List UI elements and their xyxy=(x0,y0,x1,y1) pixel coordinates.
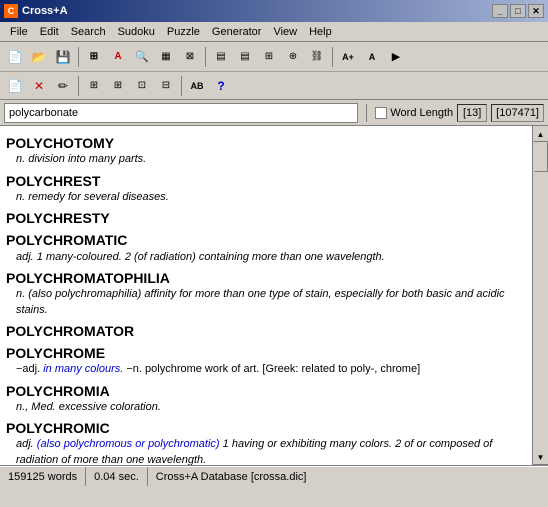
menu-search[interactable]: Search xyxy=(65,24,112,40)
total-count: [107471] xyxy=(491,104,544,122)
scroll-down-button[interactable]: ▼ xyxy=(533,449,548,465)
grid6-button[interactable]: ⊞ xyxy=(107,75,129,97)
status-time: 0.04 sec. xyxy=(86,467,148,486)
menu-edit[interactable]: Edit xyxy=(34,24,65,40)
entry-def-7: −adj. in many colours. −n. polychrome wo… xyxy=(16,362,526,377)
results-list: POLYCHOTOMY n. division into many parts.… xyxy=(0,126,532,465)
grid1-button[interactable]: ⊞ xyxy=(83,46,105,68)
grid8-button[interactable]: ⊟ xyxy=(155,75,177,97)
toolbar-1: 📄 📂 💾 ⊞ A 🔍 ▦ ⊠ ▤ ▤ ⊞ ⊕ ⛓ A+ A ▶ xyxy=(0,42,548,72)
minimize-button[interactable]: _ xyxy=(492,4,508,18)
list1-button[interactable]: ▤ xyxy=(210,46,232,68)
grid4-button[interactable]: ⊞ xyxy=(258,46,280,68)
menu-bar: File Edit Search Sudoku Puzzle Generator… xyxy=(0,22,548,42)
link-button[interactable]: ⛓ xyxy=(306,46,328,68)
new2-button[interactable]: 📄 xyxy=(4,75,26,97)
entry-word-4: POLYCHROMATIC xyxy=(6,231,526,249)
menu-puzzle[interactable]: Puzzle xyxy=(161,24,206,40)
menu-help[interactable]: Help xyxy=(303,24,338,40)
grid3-button[interactable]: ⊠ xyxy=(179,46,201,68)
list2-button[interactable]: ▤ xyxy=(234,46,256,68)
scroll-up-button[interactable]: ▲ xyxy=(533,126,548,142)
help-button[interactable]: ? xyxy=(210,75,232,97)
run-button[interactable]: ▶ xyxy=(385,46,407,68)
entry-def-1: n. division into many parts. xyxy=(16,152,526,167)
menu-file[interactable]: File xyxy=(4,24,34,40)
entry-word-2: POLYCHREST xyxy=(6,172,526,190)
entry-word-5: POLYCHROMATOPHILIA xyxy=(6,269,526,287)
menu-generator[interactable]: Generator xyxy=(206,24,268,40)
close-button[interactable]: ✕ xyxy=(528,4,544,18)
aonly-button[interactable]: A xyxy=(361,46,383,68)
app-icon: C xyxy=(4,4,18,18)
entry-word-7: POLYCHROME xyxy=(6,344,526,362)
status-bar: 159125 words 0.04 sec. Cross+A Database … xyxy=(0,466,548,486)
word-length-checkbox-area: Word Length xyxy=(375,107,453,119)
word-length-label: Word Length xyxy=(390,107,453,119)
grid7-button[interactable]: ⊡ xyxy=(131,75,153,97)
toolbar-2: 📄 ✕ ✏ ⊞ ⊞ ⊡ ⊟ AB ? xyxy=(0,72,548,100)
separator-1 xyxy=(78,47,79,67)
separator-3 xyxy=(332,47,333,67)
aplus-button[interactable]: A+ xyxy=(337,46,359,68)
word-length-checkbox[interactable] xyxy=(375,107,387,119)
grid5-button[interactable]: ⊞ xyxy=(83,75,105,97)
word-length-value: [13] xyxy=(457,104,487,122)
results-container: POLYCHOTOMY n. division into many parts.… xyxy=(0,126,548,466)
ab-button[interactable]: AB xyxy=(186,75,208,97)
search-bar: Word Length [13] [107471] xyxy=(0,100,548,126)
entry-def-8: n., Med. excessive coloration. xyxy=(16,400,526,415)
separator-4 xyxy=(78,76,79,96)
entry-word-6: POLYCHROMATOR xyxy=(6,322,526,340)
entry-def-4: adj. 1 many-coloured. 2 (of radiation) c… xyxy=(16,250,526,265)
separator-2 xyxy=(205,47,206,67)
save-button[interactable]: 💾 xyxy=(52,46,74,68)
entry-word-3: POLYCHRESTY xyxy=(6,209,526,227)
anagram-button[interactable]: A xyxy=(107,46,129,68)
new-button[interactable]: 📄 xyxy=(4,46,26,68)
delete-button[interactable]: ✕ xyxy=(28,75,50,97)
search-divider xyxy=(366,104,367,122)
menu-sudoku[interactable]: Sudoku xyxy=(112,24,161,40)
entry-word-8: POLYCHROMIA xyxy=(6,382,526,400)
scroll-track xyxy=(533,142,548,449)
entry-def-9: adj. (also polychromous or polychromatic… xyxy=(16,437,526,465)
maximize-button[interactable]: □ xyxy=(510,4,526,18)
search-input[interactable] xyxy=(4,103,358,123)
scrollbar[interactable]: ▲ ▼ xyxy=(532,126,548,465)
open-button[interactable]: 📂 xyxy=(28,46,50,68)
title-bar: C Cross+A _ □ ✕ xyxy=(0,0,548,22)
status-database: Cross+A Database [crossa.dic] xyxy=(148,467,315,486)
menu-view[interactable]: View xyxy=(267,24,303,40)
find-button[interactable]: 🔍 xyxy=(131,46,153,68)
scroll-thumb[interactable] xyxy=(534,142,548,172)
entry-def-5: n. (also polychromaphilia) affinity for … xyxy=(16,287,526,318)
status-word-count: 159125 words xyxy=(0,467,86,486)
separator-5 xyxy=(181,76,182,96)
app-title: Cross+A xyxy=(22,5,68,17)
cross-button[interactable]: ⊕ xyxy=(282,46,304,68)
entry-word-9: POLYCHROMIC xyxy=(6,419,526,437)
grid2-button[interactable]: ▦ xyxy=(155,46,177,68)
entry-def-2: n. remedy for several diseases. xyxy=(16,190,526,205)
edit-button[interactable]: ✏ xyxy=(52,75,74,97)
entry-word-1: POLYCHOTOMY xyxy=(6,134,526,152)
